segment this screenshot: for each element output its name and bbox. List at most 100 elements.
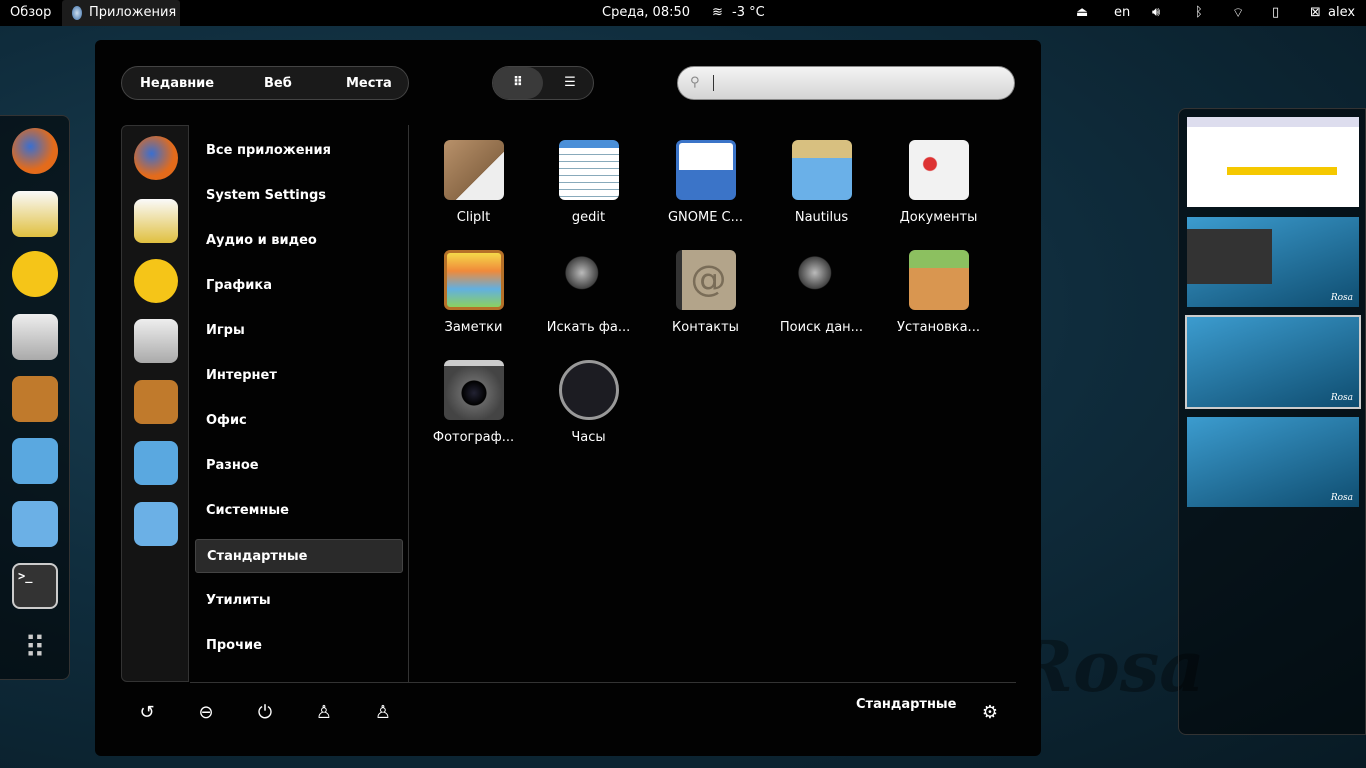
image-viewer-icon[interactable] — [12, 376, 58, 422]
app-clock[interactable]: Часы — [530, 360, 647, 470]
category-item[interactable]: Офис — [195, 404, 403, 438]
app-label: Контакты — [672, 320, 739, 335]
app-label: Поиск дан... — [779, 320, 864, 335]
workspace-1[interactable] — [1187, 117, 1359, 207]
app-label: Фотограф... — [432, 430, 515, 445]
current-category: Стандартные — [856, 697, 957, 712]
app-label: Часы — [571, 430, 606, 445]
applications-menu: Недавние Веб Места ⠿ ☰ ⚲ Все приложения … — [95, 40, 1041, 756]
clock-icon — [558, 360, 619, 420]
app-install[interactable]: Установка... — [880, 250, 997, 360]
category-item[interactable]: Прочие — [195, 629, 403, 663]
app-label: Документы — [899, 210, 978, 225]
files-icon[interactable] — [12, 501, 58, 547]
workspace-2[interactable]: Rosa — [1187, 217, 1359, 307]
terminal-icon[interactable]: >_ — [12, 563, 58, 609]
speaker-icon[interactable] — [12, 314, 58, 360]
category-item[interactable]: Системные — [195, 494, 403, 528]
speaker-icon[interactable] — [134, 319, 178, 363]
clock[interactable]: Среда, 08:50 — [602, 5, 690, 20]
magnifier-icon — [558, 250, 619, 310]
weather-temp[interactable]: -3 °C — [732, 5, 765, 20]
search-input[interactable]: ⚲ — [677, 66, 1015, 100]
documents-icon — [908, 140, 969, 200]
tab-recent[interactable]: Недавние — [140, 76, 214, 91]
chat-icon[interactable] — [134, 259, 178, 303]
clipboard-icon — [443, 140, 504, 200]
settings-gear-icon[interactable]: ⚙ — [979, 702, 1001, 724]
app-documents[interactable]: Документы — [880, 140, 997, 250]
app-label: Искать фа... — [546, 320, 631, 335]
category-item[interactable]: Все приложения — [195, 134, 403, 168]
app-label: Установка... — [897, 320, 980, 335]
app-gedit[interactable]: gedit — [530, 140, 647, 250]
folder-icon — [791, 140, 852, 200]
user-menu[interactable]: alex — [1328, 5, 1355, 20]
list-view-icon[interactable]: ☰ — [547, 67, 593, 99]
floppy-gnome-icon — [675, 140, 736, 200]
app-label: ClipIt — [456, 210, 491, 225]
switch-user-icon[interactable]: ♙ — [372, 702, 394, 724]
chat-icon[interactable] — [12, 251, 58, 297]
category-item[interactable]: Утилиты — [195, 584, 403, 618]
mail-icon[interactable] — [134, 199, 178, 243]
divider — [190, 682, 1016, 683]
view-toggle: ⠿ ☰ — [492, 66, 594, 100]
app-label: Заметки — [444, 320, 503, 335]
address-book-icon: @ — [675, 250, 736, 310]
category-item[interactable]: Графика — [195, 269, 403, 303]
workspace-3-active[interactable]: Rosa — [1185, 315, 1361, 409]
app-nautilus[interactable]: Nautilus — [763, 140, 880, 250]
workspace-4[interactable]: Rosa — [1187, 417, 1359, 507]
battery-icon[interactable]: ▯ — [1272, 5, 1279, 20]
app-gnome-c[interactable]: GNOME C... — [647, 140, 764, 250]
category-item[interactable]: Разное — [195, 449, 403, 483]
user-status-icon[interactable]: ⊠ — [1310, 5, 1321, 20]
eject-icon[interactable]: ⏏ — [1076, 5, 1088, 20]
text-cursor — [713, 75, 714, 91]
app-search-files[interactable]: Искать фа... — [530, 250, 647, 360]
wifi-icon[interactable]: ⌔ — [1232, 5, 1244, 21]
firefox-icon[interactable] — [134, 136, 178, 180]
lock-user-icon[interactable]: ♙ — [313, 702, 335, 724]
app-notes[interactable]: Заметки — [415, 250, 532, 360]
text-editor-icon[interactable] — [12, 438, 58, 484]
category-item[interactable]: Игры — [195, 314, 403, 348]
camera-icon — [443, 360, 504, 420]
app-label: GNOME C... — [667, 210, 744, 225]
category-item[interactable]: Интернет — [195, 359, 403, 393]
power-icon[interactable]: ⏻ — [254, 702, 276, 724]
app-contacts[interactable]: @ Контакты — [647, 250, 764, 360]
keyboard-layout[interactable]: en — [1114, 5, 1130, 20]
app-photos[interactable]: Фотограф... — [415, 360, 532, 470]
category-item[interactable]: System Settings — [195, 179, 403, 213]
wallpaper-label: Rosa — [1330, 293, 1353, 303]
restart-icon[interactable]: ↺ — [136, 702, 158, 724]
image-viewer-icon[interactable] — [134, 380, 178, 424]
firefox-icon[interactable] — [12, 128, 58, 174]
volume-icon[interactable]: 🔊︎ — [1152, 5, 1160, 20]
files-icon[interactable] — [134, 502, 178, 546]
logout-icon[interactable]: ⊖ — [195, 702, 217, 724]
tab-places[interactable]: Места — [346, 76, 392, 91]
notepad-pencil-icon — [558, 140, 619, 200]
app-label: Nautilus — [794, 210, 849, 225]
watermark: Rosa — [1015, 625, 1205, 708]
app-clipit[interactable]: ClipIt — [415, 140, 532, 250]
mail-icon[interactable] — [12, 191, 58, 237]
bluetooth-icon[interactable]: ᛒ — [1195, 5, 1203, 20]
applications-button[interactable]: Приложения — [62, 0, 180, 26]
category-item[interactable]: Аудио и видео — [195, 224, 403, 258]
wallpaper-label: Rosa — [1330, 393, 1353, 403]
package-box-icon — [908, 250, 969, 310]
category-item-selected[interactable]: Стандартные — [195, 539, 403, 573]
tab-web[interactable]: Веб — [264, 76, 292, 91]
category-tabs: Недавние Веб Места — [121, 66, 409, 100]
grid-view-icon[interactable]: ⠿ — [493, 67, 543, 99]
app-search-data[interactable]: Поиск дан... — [763, 250, 880, 360]
weather-icon: ≋ — [712, 5, 723, 20]
dash: >_ ⠿ — [0, 115, 70, 680]
show-apps-icon[interactable]: ⠿ — [12, 626, 58, 672]
overview-button[interactable]: Обзор — [10, 5, 51, 20]
text-editor-icon[interactable] — [134, 441, 178, 485]
